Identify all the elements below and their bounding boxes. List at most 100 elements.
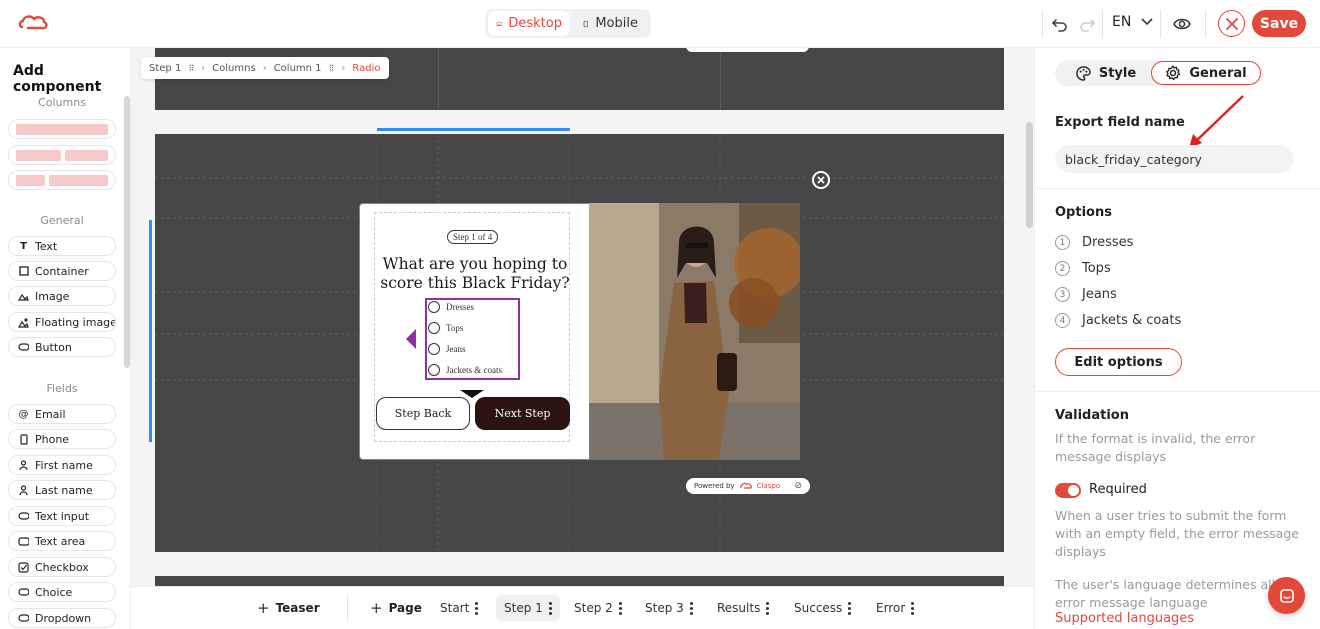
breadcrumb-column[interactable]: Column 1 — [274, 63, 322, 74]
more-vertical-icon[interactable] — [689, 601, 693, 616]
option-label: Jackets & coats — [1082, 313, 1182, 328]
more-vertical-icon[interactable] — [475, 601, 479, 616]
radio-option[interactable]: Dresses — [428, 301, 502, 313]
person-icon — [18, 459, 29, 471]
step-back-button[interactable]: Step Back — [376, 397, 470, 430]
column-layout-3[interactable] — [8, 170, 116, 190]
redo-button[interactable] — [1075, 12, 1099, 36]
drag-arrow-left-icon[interactable] — [406, 329, 416, 349]
close-element-icon[interactable] — [812, 171, 830, 189]
drag-handle-icon: ⠿ — [188, 63, 195, 73]
component-label: Floating image — [35, 315, 116, 329]
radio-group-selected[interactable]: Dresses Tops Jeans Jackets & coats — [425, 298, 520, 380]
popup-image-column[interactable] — [589, 203, 800, 460]
option-number-icon: 1 — [1055, 235, 1070, 250]
component-label: Last name — [35, 483, 93, 497]
popup-left-column[interactable]: Step 1 of 4 What are you hoping to score… — [359, 203, 601, 460]
phone-icon — [583, 20, 588, 27]
radio-option[interactable]: Jeans — [428, 343, 502, 355]
more-vertical-icon[interactable] — [848, 601, 852, 616]
save-button[interactable]: Save — [1252, 10, 1306, 37]
component-email[interactable]: @ Email — [8, 404, 116, 424]
page-tab-success[interactable]: Success — [786, 595, 859, 621]
chevron-down-icon — [1141, 18, 1153, 26]
option-number-icon: 3 — [1055, 287, 1070, 302]
breadcrumb-columns[interactable]: Columns — [212, 63, 256, 74]
redo-icon — [1080, 19, 1095, 32]
column-layout-1[interactable] — [8, 119, 116, 139]
breadcrumb-step[interactable]: Step 1 — [149, 63, 181, 74]
input-icon — [18, 511, 29, 522]
desktop-tab[interactable]: Desktop — [488, 11, 570, 36]
radio-label: Tops — [446, 323, 464, 333]
component-choice[interactable]: Choice — [8, 582, 116, 602]
supported-languages-link[interactable]: Supported languages — [1055, 611, 1194, 626]
language-selector[interactable]: EN — [1112, 14, 1153, 30]
divider — [1035, 188, 1320, 189]
more-vertical-icon[interactable] — [618, 601, 622, 616]
component-phone[interactable]: Phone — [8, 429, 116, 449]
required-toggle[interactable] — [1055, 483, 1081, 498]
chevron-right-icon: › — [201, 62, 206, 74]
claspo-logo-icon[interactable] — [18, 13, 48, 33]
page-tab-step-2[interactable]: Step 2 — [566, 595, 630, 621]
breadcrumb-radio[interactable]: Radio — [352, 63, 380, 74]
plus-icon: + — [370, 599, 383, 617]
chat-icon — [1279, 588, 1294, 603]
page-tab-results[interactable]: Results — [709, 595, 777, 621]
preview-button[interactable] — [1170, 12, 1194, 36]
panel-scrollbar[interactable] — [1026, 122, 1033, 228]
component-last-name[interactable]: Last name — [8, 480, 116, 500]
text-icon: T — [20, 240, 27, 252]
mobile-tab-label: Mobile — [595, 16, 638, 31]
close-editor-button[interactable] — [1218, 10, 1245, 37]
divider — [347, 595, 348, 621]
chat-support-button[interactable] — [1268, 577, 1305, 614]
eye-off-icon[interactable]: ⊘ — [794, 481, 802, 491]
add-teaser-button[interactable]: + Teaser — [249, 595, 328, 621]
component-label: Choice — [35, 585, 73, 599]
column-layout-2[interactable] — [8, 145, 116, 165]
export-field-input[interactable] — [1055, 145, 1294, 173]
more-vertical-icon[interactable] — [911, 601, 915, 616]
page-tab-error[interactable]: Error — [868, 595, 922, 621]
general-section-label: General — [40, 214, 84, 227]
add-page-button[interactable]: + Page — [362, 595, 430, 621]
page-tab-label: Step 1 — [504, 601, 543, 615]
brand-name: Claspo — [756, 482, 781, 490]
next-step-button[interactable]: Next Step — [475, 397, 570, 430]
edit-options-button[interactable]: Edit options — [1055, 348, 1182, 376]
drag-handle-icon: ⠿ — [328, 63, 335, 73]
component-button[interactable]: Button — [8, 337, 116, 357]
tab-general[interactable]: General — [1151, 61, 1261, 85]
component-first-name[interactable]: First name — [8, 455, 116, 475]
page-tab-step-3[interactable]: Step 3 — [637, 595, 701, 621]
component-image[interactable]: Image — [8, 286, 116, 306]
required-description: When a user tries to submit the form wit… — [1055, 508, 1299, 559]
component-container[interactable]: Container — [8, 261, 116, 281]
undo-button[interactable] — [1048, 12, 1072, 36]
radio-circle-icon — [428, 301, 440, 313]
component-text-input[interactable]: Text input — [8, 506, 116, 526]
laptop-icon — [496, 21, 503, 26]
component-checkbox[interactable]: Checkbox — [8, 557, 116, 577]
more-vertical-icon[interactable] — [766, 601, 770, 616]
chevron-right-icon: › — [262, 62, 267, 74]
page-tab-start[interactable]: Start — [432, 595, 486, 621]
export-field-label: Export field name — [1055, 115, 1185, 130]
sidebar-scrollbar[interactable] — [124, 96, 130, 368]
component-text-area[interactable]: Text area — [8, 531, 116, 551]
component-floating-image[interactable]: Floating image — [8, 312, 116, 332]
radio-option[interactable]: Jackets & coats — [428, 364, 502, 376]
panel-tabs: Style General — [1055, 60, 1263, 86]
columns-section-label: Columns — [38, 96, 86, 109]
page-tab-step-1[interactable]: Step 1 — [496, 595, 560, 621]
component-dropdown[interactable]: Dropdown — [8, 608, 116, 628]
tab-style[interactable]: Style — [1061, 61, 1151, 85]
mobile-tab[interactable]: Mobile — [574, 11, 646, 36]
component-text[interactable]: T Text — [8, 236, 116, 256]
more-vertical-icon[interactable] — [548, 601, 552, 616]
option-item: 2 Tops — [1055, 261, 1111, 276]
step-badge: Step 1 of 4 — [447, 230, 499, 244]
radio-option[interactable]: Tops — [428, 322, 502, 334]
